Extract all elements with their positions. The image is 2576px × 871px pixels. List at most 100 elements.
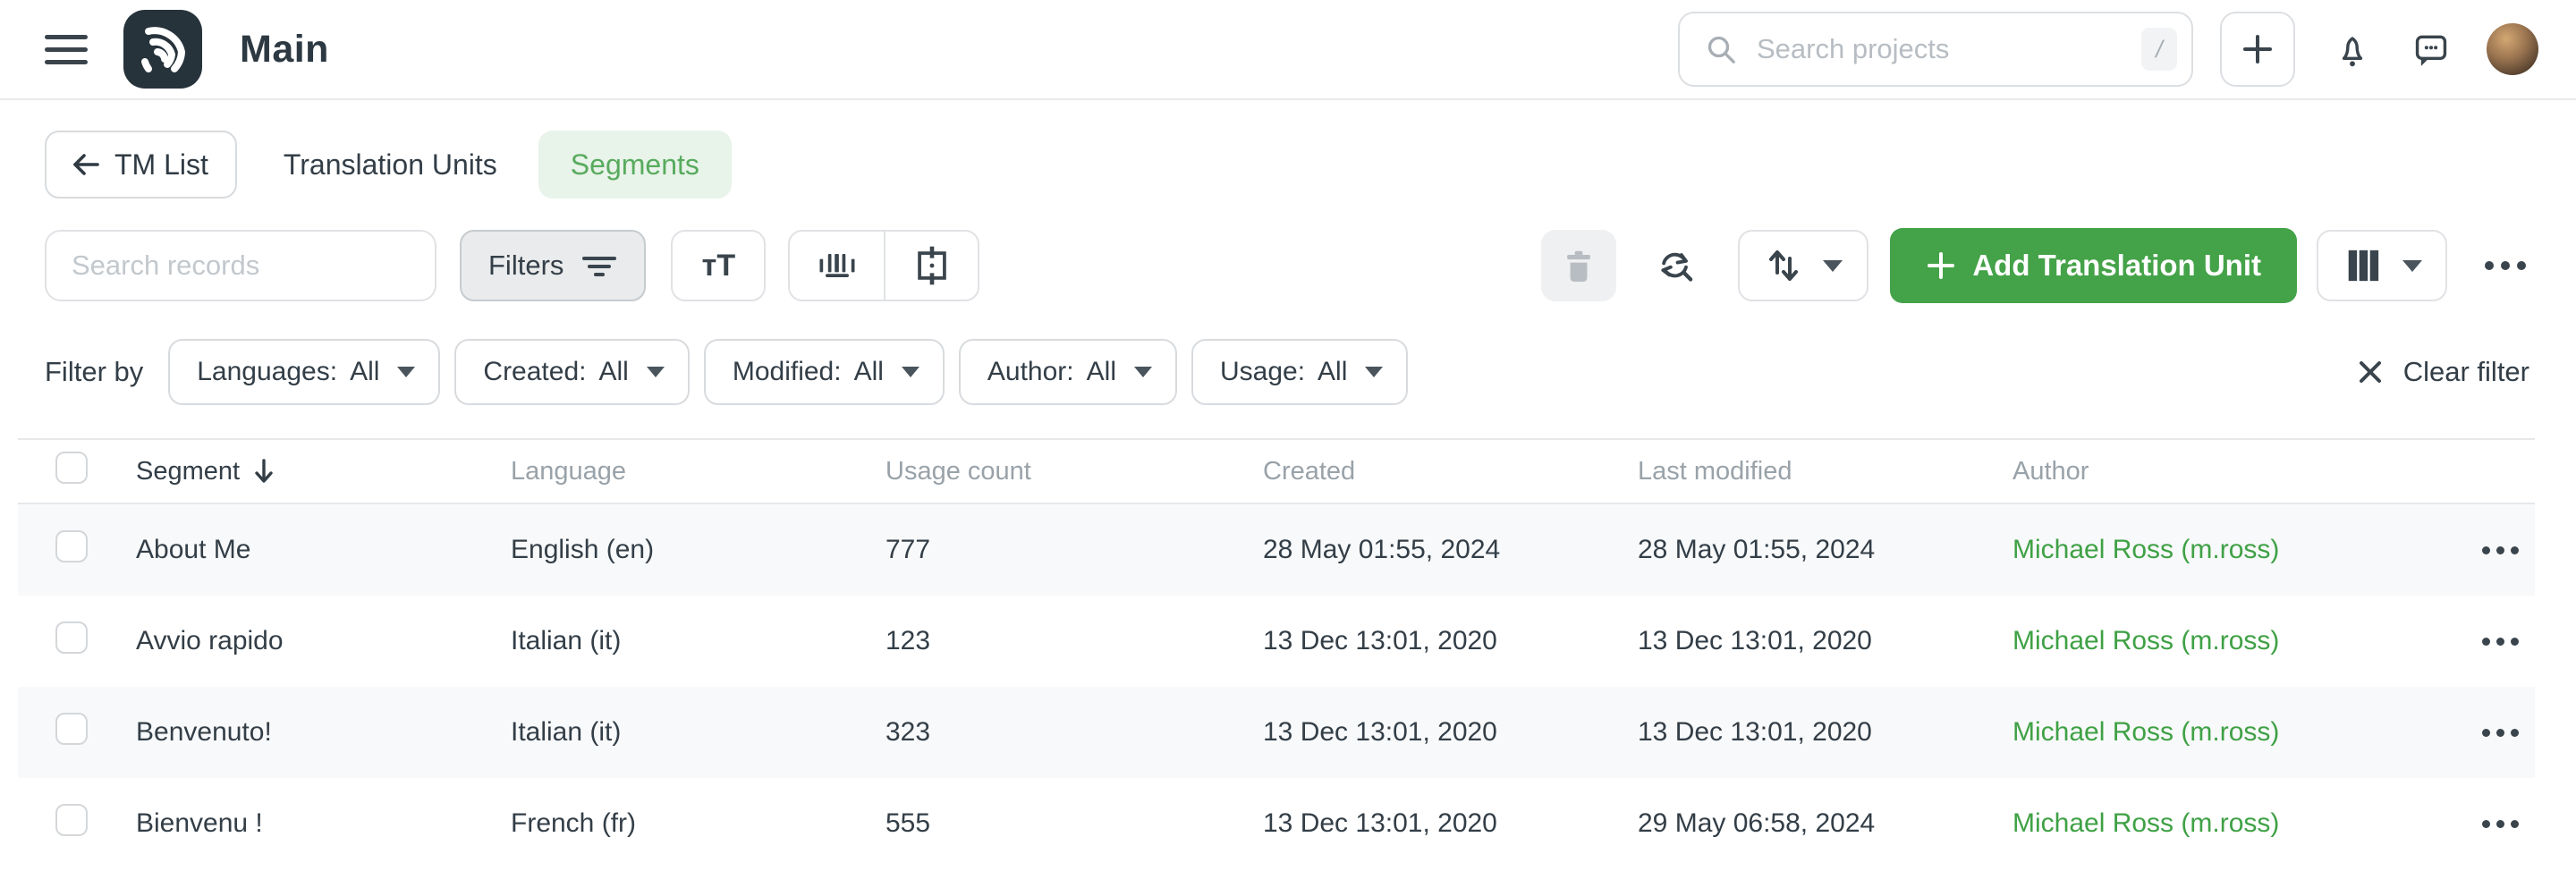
columns-icon	[2342, 244, 2385, 287]
column-header-segment[interactable]: Segment	[136, 457, 511, 486]
row-checkbox[interactable]	[55, 713, 88, 745]
delete-selected-button[interactable]	[1541, 230, 1616, 301]
filter-dropdown[interactable]: Usage: All	[1191, 339, 1408, 405]
trash-icon	[1557, 244, 1600, 287]
search-shortcut-badge: /	[2141, 28, 2177, 71]
row-checkbox[interactable]	[55, 622, 88, 654]
sort-arrows-icon	[1764, 244, 1803, 287]
filter-dropdown[interactable]: Modified: All	[704, 339, 945, 405]
barcode-view-button[interactable]	[790, 232, 884, 300]
author-link[interactable]: Michael Ross (m.ross)	[2012, 808, 2454, 839]
filter-dropdown[interactable]: Created: All	[454, 339, 689, 405]
chevron-down-icon	[397, 367, 415, 377]
search-projects-input[interactable]	[1755, 32, 2141, 66]
last-modified-cell: 28 May 01:55, 2024	[1638, 535, 2012, 565]
row-checkbox[interactable]	[55, 530, 88, 562]
column-header-created[interactable]: Created	[1263, 457, 1638, 486]
chevron-down-icon	[2402, 260, 2422, 272]
sort-button[interactable]	[1738, 230, 1868, 301]
bell-icon	[2331, 28, 2374, 71]
chevron-down-icon	[902, 367, 919, 377]
back-button-label: TM List	[114, 148, 208, 182]
back-to-tm-list-button[interactable]: TM List	[45, 131, 237, 199]
text-case-button[interactable]: тT	[671, 230, 766, 301]
filter-value: All	[598, 357, 628, 387]
filter-name: Created:	[483, 357, 586, 387]
segments-table: Segment Language Usage count Created Las…	[18, 438, 2535, 869]
plus-icon	[2240, 31, 2275, 67]
usage-count-cell: 323	[886, 717, 1263, 748]
search-records-input[interactable]	[45, 230, 436, 301]
project-search[interactable]: /	[1678, 12, 2193, 87]
filter-value: All	[1318, 357, 1347, 387]
filters-button-label: Filters	[488, 249, 564, 282]
logo-icon	[123, 10, 202, 89]
filter-name: Author:	[987, 357, 1074, 387]
view-tabs: TM List Translation Units Segments	[0, 131, 2576, 199]
language-cell: Italian (it)	[511, 626, 886, 656]
arrow-left-icon	[70, 148, 102, 181]
tab-segments[interactable]: Segments	[538, 131, 732, 199]
chat-icon	[2410, 28, 2453, 71]
created-cell: 13 Dec 13:01, 2020	[1263, 717, 1638, 748]
row-checkbox[interactable]	[55, 804, 88, 836]
author-link[interactable]: Michael Ross (m.ross)	[2012, 535, 2454, 565]
usage-count-cell: 555	[886, 808, 1263, 839]
row-menu-button[interactable]	[2477, 637, 2535, 647]
filter-name: Usage:	[1220, 357, 1305, 387]
author-link[interactable]: Michael Ross (m.ross)	[2012, 626, 2454, 656]
close-icon	[2355, 357, 2385, 387]
author-link[interactable]: Michael Ross (m.ross)	[2012, 717, 2454, 748]
plus-icon	[1926, 250, 1956, 281]
notifications-button[interactable]	[2331, 28, 2374, 71]
toolbar-more-button[interactable]	[2474, 239, 2537, 292]
table-row[interactable]: Bienvenu ! French (fr) 555 13 Dec 13:01,…	[18, 778, 2535, 869]
user-avatar[interactable]	[2487, 23, 2538, 75]
segment-cell: Bienvenu !	[136, 808, 511, 839]
table-row[interactable]: Benvenuto! Italian (it) 323 13 Dec 13:01…	[18, 687, 2535, 778]
table-row[interactable]: About Me English (en) 777 28 May 01:55, …	[18, 504, 2535, 596]
chevron-down-icon	[1823, 260, 1843, 272]
feedback-button[interactable]	[2410, 28, 2453, 71]
records-toolbar: Filters тT	[0, 228, 2576, 303]
language-cell: French (fr)	[511, 808, 886, 839]
filter-name: Languages:	[197, 357, 337, 387]
filter-dropdown[interactable]: Author: All	[959, 339, 1177, 405]
filter-by-label: Filter by	[45, 356, 143, 388]
segment-cell: Avvio rapido	[136, 626, 511, 656]
columns-button[interactable]	[2317, 230, 2447, 301]
top-bar: Main /	[0, 0, 2576, 100]
menu-icon[interactable]	[45, 28, 88, 71]
last-modified-cell: 29 May 06:58, 2024	[1638, 808, 2012, 839]
column-header-author[interactable]: Author	[2012, 457, 2454, 486]
replace-icon	[1654, 242, 1697, 289]
add-translation-unit-button[interactable]: Add Translation Unit	[1890, 228, 2297, 303]
filter-value: All	[854, 357, 884, 387]
table-body: About Me English (en) 777 28 May 01:55, …	[18, 504, 2535, 869]
table-row[interactable]: Avvio rapido Italian (it) 123 13 Dec 13:…	[18, 596, 2535, 687]
row-menu-button[interactable]	[2477, 728, 2535, 738]
app-logo[interactable]	[123, 10, 202, 89]
table-header-row: Segment Language Usage count Created Las…	[18, 438, 2535, 504]
row-menu-button[interactable]	[2477, 819, 2535, 829]
create-project-button[interactable]	[2220, 12, 2295, 87]
segment-cell: Benvenuto!	[136, 717, 511, 748]
text-case-icon: тT	[702, 249, 735, 283]
column-header-last-modified[interactable]: Last modified	[1638, 457, 2012, 486]
column-header-language[interactable]: Language	[511, 457, 886, 486]
last-modified-cell: 13 Dec 13:01, 2020	[1638, 626, 2012, 656]
filter-bar: Filter by Languages: All Created: All Mo…	[0, 339, 2576, 405]
usage-count-cell: 123	[886, 626, 1263, 656]
filter-value: All	[1087, 357, 1116, 387]
chevron-down-icon	[1134, 367, 1152, 377]
row-menu-button[interactable]	[2477, 545, 2535, 555]
segment-cell: About Me	[136, 535, 511, 565]
tab-translation-units[interactable]: Translation Units	[284, 148, 497, 182]
find-replace-button[interactable]	[1648, 239, 1702, 292]
clear-filter-button[interactable]: Clear filter	[2350, 355, 2535, 389]
column-header-usage-count[interactable]: Usage count	[886, 457, 1263, 486]
filters-button[interactable]: Filters	[460, 230, 646, 301]
select-all-checkbox[interactable]	[55, 452, 88, 484]
filter-dropdown[interactable]: Languages: All	[168, 339, 440, 405]
placeholder-view-button[interactable]	[884, 232, 978, 300]
